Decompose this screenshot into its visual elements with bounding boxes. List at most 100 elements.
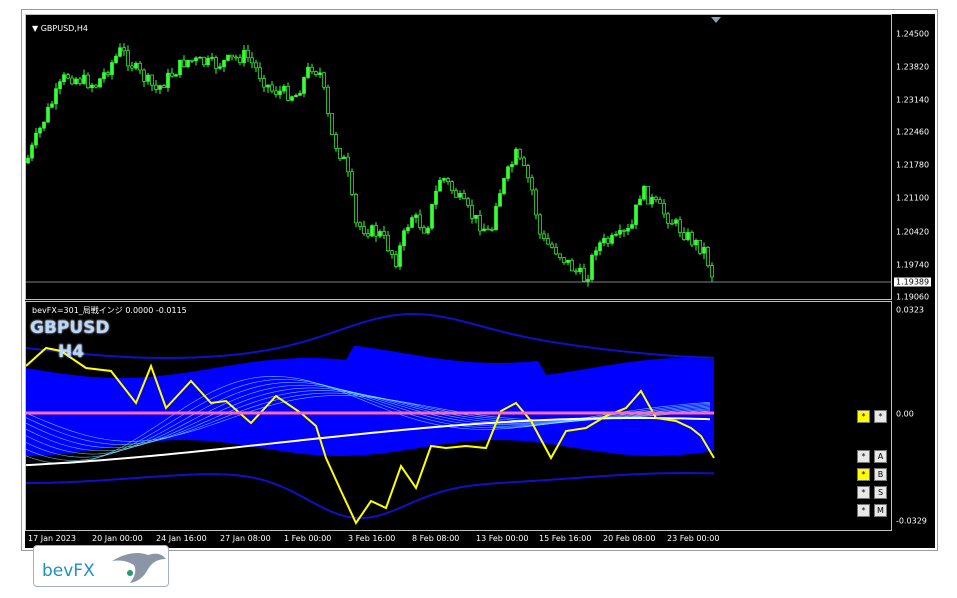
candle	[82, 69, 86, 85]
candle	[346, 152, 350, 177]
toggle-b-button[interactable]: B	[874, 468, 887, 481]
candle	[318, 67, 322, 79]
candle	[166, 68, 170, 92]
candle	[106, 70, 110, 78]
candle	[354, 193, 358, 228]
candle	[514, 147, 518, 165]
candle	[546, 233, 550, 245]
candle	[658, 196, 662, 204]
candle	[394, 250, 398, 269]
symbol-timeframe-label[interactable]: ▼ GBPUSD,H4	[32, 24, 88, 33]
candle	[470, 199, 474, 224]
toggle-b-star[interactable]: *	[857, 468, 870, 481]
candle	[698, 239, 702, 256]
price-pane[interactable]: ▼ GBPUSD,H4	[25, 14, 892, 300]
chart-area[interactable]: ▼ GBPUSD,H4 1.24500 1.23820 1.23140 1.22…	[25, 14, 935, 548]
time-tick: 27 Jan 08:00	[220, 534, 271, 543]
candle	[586, 274, 590, 287]
candle	[434, 185, 438, 210]
candle	[446, 177, 450, 185]
candle	[554, 243, 558, 256]
candle	[494, 202, 498, 231]
candle	[510, 161, 514, 173]
toggle-m-star[interactable]: *	[857, 504, 870, 517]
toggle-m-button[interactable]: M	[874, 504, 887, 517]
candle	[270, 81, 274, 94]
candle	[286, 82, 290, 102]
indicator-chart	[26, 313, 715, 526]
candle	[134, 61, 138, 71]
lower-envelope-line	[26, 472, 715, 520]
candle	[402, 228, 406, 251]
toggle-s-button[interactable]: S	[874, 486, 887, 499]
shift-marker-icon[interactable]	[711, 17, 721, 23]
toggle-s-star[interactable]: *	[857, 486, 870, 499]
indicator-title: bevFX=301_局戦インジ 0.0000 -0.0115	[32, 306, 187, 315]
indicator-timeframe-text: H4	[58, 342, 85, 362]
candle	[362, 220, 366, 236]
candle	[130, 62, 134, 72]
candle	[86, 72, 90, 90]
candle	[614, 231, 618, 237]
candle	[694, 238, 698, 251]
candle	[74, 77, 78, 85]
candle	[214, 55, 218, 74]
candle	[274, 86, 278, 98]
price-tick: 1.23820	[896, 62, 930, 72]
candle	[582, 263, 586, 282]
candle	[290, 95, 294, 102]
candle	[574, 268, 578, 275]
candle	[474, 214, 478, 224]
candle	[386, 230, 390, 253]
candle	[38, 126, 42, 138]
bird-logo-icon	[112, 553, 166, 583]
candle	[230, 54, 234, 61]
candle	[30, 142, 34, 162]
candle	[666, 212, 670, 229]
candle	[702, 242, 706, 260]
toggle-button-1-right[interactable]: *	[874, 410, 887, 423]
toggle-button-1-left[interactable]: *	[857, 410, 870, 423]
candle	[550, 241, 554, 249]
price-tick: 1.22460	[896, 127, 930, 137]
candle	[518, 148, 522, 160]
candle	[170, 67, 174, 78]
candle	[314, 70, 318, 77]
candle	[242, 44, 246, 67]
candle	[202, 56, 206, 68]
time-tick: 8 Feb 08:00	[412, 534, 460, 543]
candle	[634, 204, 638, 230]
candle	[70, 75, 74, 86]
indicator-scale[interactable]: 0.0323 0.00 -0.0329	[892, 301, 935, 531]
indicator-pane[interactable]: bevFX=301_局戦インジ 0.0000 -0.0115 GBPUSD H4…	[25, 301, 892, 531]
candle	[590, 253, 594, 282]
candle	[706, 246, 710, 268]
time-tick: 15 Feb 16:00	[539, 534, 592, 543]
candle	[126, 45, 130, 72]
candle	[674, 217, 678, 227]
candle	[102, 68, 106, 83]
candle	[542, 230, 546, 242]
price-chart	[26, 43, 891, 287]
candle	[462, 189, 466, 200]
candle	[486, 225, 490, 231]
price-scale[interactable]: 1.24500 1.23820 1.23140 1.22460 1.21780 …	[892, 14, 935, 302]
candle	[246, 44, 250, 62]
price-tick: 1.20420	[896, 227, 930, 237]
candle	[262, 74, 266, 93]
candle	[690, 230, 694, 248]
candle	[122, 43, 126, 56]
candle	[538, 213, 542, 239]
toggle-a-button[interactable]: A	[874, 450, 887, 463]
candle	[610, 232, 614, 246]
candle	[46, 103, 50, 123]
toggle-a-star[interactable]: *	[857, 450, 870, 463]
price-tick: 1.19740	[896, 260, 930, 270]
time-tick: 3 Feb 16:00	[348, 534, 396, 543]
candle	[190, 59, 194, 63]
candle	[306, 62, 310, 80]
candle	[26, 154, 30, 164]
candle	[238, 54, 242, 66]
candle	[594, 246, 598, 261]
candle	[526, 163, 530, 183]
